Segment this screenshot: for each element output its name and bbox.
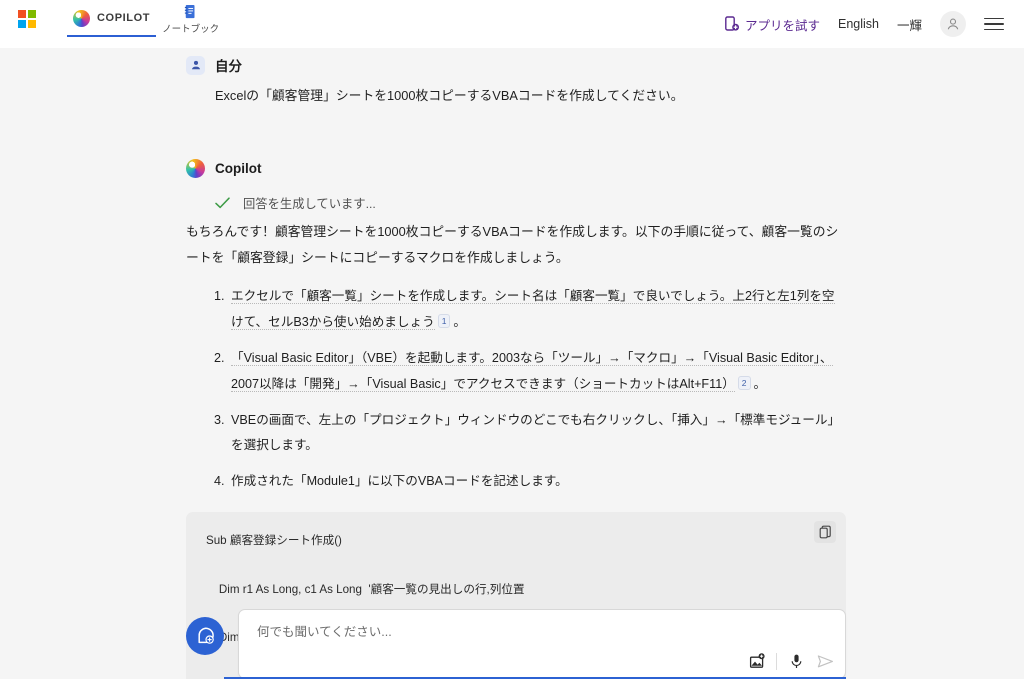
chat-input[interactable] <box>239 610 845 654</box>
step-text: エクセルで「顧客一覧」シートを作成します。シート名は「顧客一覧」で良いでしょう。… <box>231 289 835 331</box>
step-suffix: 。 <box>753 376 767 391</box>
new-chat-bubble-icon <box>197 626 214 644</box>
generation-status: 回答を生成しています... <box>186 194 846 212</box>
send-button[interactable] <box>815 651 835 671</box>
tab-notebook[interactable]: ノートブック <box>156 0 225 44</box>
top-right-actions: アプリを試す English 一輝 <box>725 0 1008 48</box>
user-message-header: 自分 <box>186 55 846 75</box>
image-upload-button[interactable] <box>747 651 767 671</box>
main-tabs: COPILOT ノートブック <box>67 0 225 48</box>
input-actions <box>747 651 835 671</box>
list-item: VBEの画面で、左上の「プロジェクト」ウィンドウのどこでも右クリックし、「挿入」… <box>228 408 846 460</box>
image-upload-icon <box>749 652 765 668</box>
hamburger-line <box>984 28 1004 31</box>
logo-square-yellow <box>28 20 36 28</box>
hamburger-line <box>984 23 1004 25</box>
page-body: 自分 Excelの「顧客管理」シートを1000枚コピーするVBAコードを作成して… <box>0 48 1024 679</box>
user-person-icon <box>186 55 205 75</box>
person-icon <box>947 18 959 30</box>
new-chat-button[interactable] <box>186 617 224 655</box>
logo-square-green <box>28 10 36 18</box>
step-text: 作成された「Module1」に以下のVBAコードを記述します。 <box>231 474 568 489</box>
chat-input-wrapper[interactable] <box>238 609 846 679</box>
citation-badge[interactable]: 1 <box>437 314 451 329</box>
assistant-message-header: Copilot <box>186 158 846 178</box>
copy-code-button[interactable] <box>814 521 836 544</box>
tab-copilot-label: COPILOT <box>97 12 151 24</box>
user-name[interactable]: 一輝 <box>897 15 922 34</box>
step-suffix: 。 <box>453 315 467 330</box>
logo-square-red <box>18 10 26 18</box>
generation-status-text: 回答を生成しています... <box>243 196 376 211</box>
microphone-icon <box>791 654 801 668</box>
microsoft-logo[interactable] <box>18 10 36 28</box>
assistant-intro-text: もちろんです！顧客管理シートを1000枚コピーするVBAコードを作成します。以下… <box>186 223 839 266</box>
avatar[interactable] <box>940 11 966 37</box>
language-selector[interactable]: English <box>838 17 879 31</box>
green-check-icon <box>215 197 230 209</box>
actions-divider <box>776 652 777 670</box>
hamburger-line <box>984 17 1004 20</box>
user-message-text: Excelの「顧客管理」シートを1000枚コピーするVBAコードを作成してくださ… <box>215 88 684 103</box>
send-icon <box>817 654 833 667</box>
logo-square-blue <box>18 20 26 28</box>
steps-list: エクセルで「顧客一覧」シートを作成します。シート名は「顧客一覧」で良いでしょう。… <box>186 284 846 495</box>
tab-copilot[interactable]: COPILOT <box>67 0 157 37</box>
user-message-author: 自分 <box>215 59 242 74</box>
assistant-message-author: Copilot <box>215 160 262 176</box>
hamburger-menu-icon[interactable] <box>984 17 1004 31</box>
app-phone-icon <box>725 16 739 31</box>
list-item: 作成された「Module1」に以下のVBAコードを記述します。 <box>228 469 846 495</box>
microphone-button[interactable] <box>786 651 806 671</box>
copilot-swirl-icon <box>186 158 205 178</box>
tab-notebook-label: ノートブック <box>162 24 220 35</box>
composer <box>186 609 846 679</box>
citation-badge[interactable]: 2 <box>737 375 751 390</box>
conversation: 自分 Excelの「顧客管理」シートを1000枚コピーするVBAコードを作成して… <box>186 48 846 679</box>
try-app-button[interactable]: アプリを試す <box>725 15 820 34</box>
copilot-swirl-icon <box>73 9 90 27</box>
step-text: VBEの画面で、左上の「プロジェクト」ウィンドウのどこでも右クリックし、「挿入」… <box>231 412 841 453</box>
top-bar: COPILOT ノートブック アプリを試す English 一輝 <box>0 0 1024 48</box>
notebook-icon <box>184 5 195 19</box>
list-item: 「Visual Basic Editor」（VBE）を起動します。2003なら「… <box>228 346 846 398</box>
copy-icon <box>819 525 831 539</box>
try-app-label: アプリを試す <box>744 18 820 33</box>
list-item: エクセルで「顧客一覧」シートを作成します。シート名は「顧客一覧」で良いでしょう。… <box>228 284 846 336</box>
